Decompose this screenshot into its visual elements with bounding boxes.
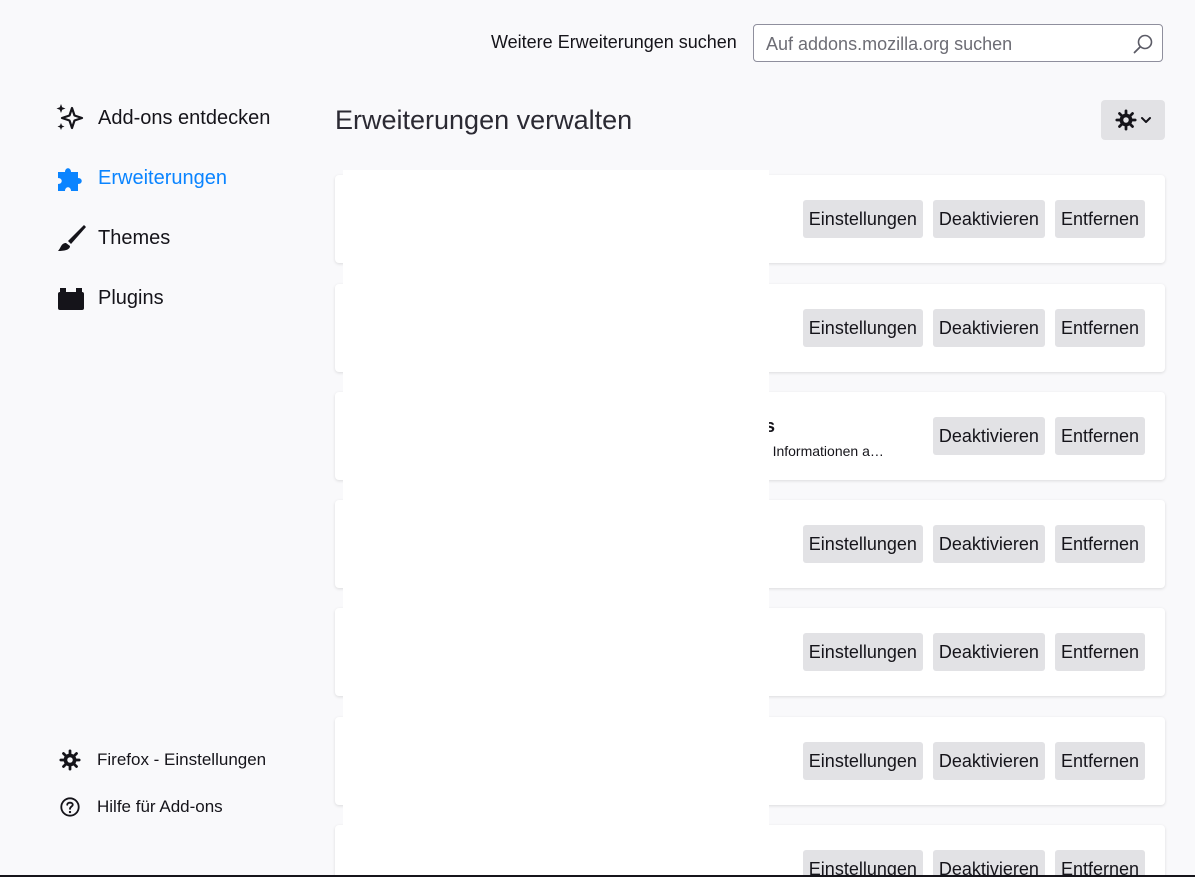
disable-button[interactable]: Deaktivieren xyxy=(932,417,1045,455)
sparkles-icon xyxy=(55,102,87,134)
search-input[interactable] xyxy=(764,25,1128,63)
extension-actions: Deaktivieren Entfernen xyxy=(932,417,1145,455)
redacted-region xyxy=(343,170,769,877)
extension-description: ine Informationen a… xyxy=(750,443,884,459)
addons-help-link[interactable]: Hilfe für Add-ons xyxy=(58,794,223,820)
remove-button[interactable]: Entfernen xyxy=(1054,742,1145,780)
sidebar-item-label: Add-ons entdecken xyxy=(98,106,271,129)
puzzle-piece-icon xyxy=(55,162,87,194)
search-icon[interactable] xyxy=(1132,33,1154,55)
extension-actions: Einstellungen Deaktivieren Entfernen xyxy=(802,633,1145,671)
settings-button[interactable]: Einstellungen xyxy=(802,742,923,780)
settings-button[interactable]: Einstellungen xyxy=(802,525,923,563)
extension-actions: Einstellungen Deaktivieren Entfernen xyxy=(802,742,1145,780)
tools-menu-button[interactable] xyxy=(1101,100,1165,140)
disable-button[interactable]: Deaktivieren xyxy=(932,309,1045,347)
settings-button[interactable]: Einstellungen xyxy=(802,633,923,671)
disable-button[interactable]: Deaktivieren xyxy=(932,525,1045,563)
search-field[interactable] xyxy=(753,24,1163,63)
extension-actions: Einstellungen Deaktivieren Entfernen xyxy=(802,309,1145,347)
gear-icon xyxy=(58,748,82,772)
sidebar-item-themes[interactable]: Themes xyxy=(55,221,170,255)
sidebar-item-extensions[interactable]: Erweiterungen xyxy=(55,161,227,195)
page-title: Erweiterungen verwalten xyxy=(335,105,633,135)
search-label: Weitere Erweiterungen suchen xyxy=(491,32,737,52)
sidebar-item-label: Erweiterungen xyxy=(98,166,227,189)
firefox-settings-link[interactable]: Firefox - Einstellungen xyxy=(58,747,266,773)
paintbrush-icon xyxy=(55,222,87,254)
settings-button[interactable]: Einstellungen xyxy=(802,850,923,877)
remove-button[interactable]: Entfernen xyxy=(1054,850,1145,877)
sidebar-item-label: Plugins xyxy=(98,286,164,309)
plugin-block-icon xyxy=(55,282,87,314)
remove-button[interactable]: Entfernen xyxy=(1054,525,1145,563)
remove-button[interactable]: Entfernen xyxy=(1054,417,1145,455)
settings-button[interactable]: Einstellungen xyxy=(802,200,923,238)
footer-item-label: Firefox - Einstellungen xyxy=(97,750,267,769)
disable-button[interactable]: Deaktivieren xyxy=(932,633,1045,671)
remove-button[interactable]: Entfernen xyxy=(1054,633,1145,671)
extension-actions: Einstellungen Deaktivieren Entfernen xyxy=(802,850,1145,877)
footer-item-label: Hilfe für Add-ons xyxy=(97,797,223,816)
extension-actions: Einstellungen Deaktivieren Entfernen xyxy=(802,525,1145,563)
gear-icon xyxy=(1114,109,1137,131)
remove-button[interactable]: Entfernen xyxy=(1054,309,1145,347)
addons-manager: Weitere Erweiterungen suchen Add-ons ent… xyxy=(0,0,1195,877)
sidebar-item-label: Themes xyxy=(98,226,171,249)
chevron-down-icon xyxy=(1140,117,1151,123)
sidebar-item-plugins[interactable]: Plugins xyxy=(55,281,164,315)
remove-button[interactable]: Entfernen xyxy=(1054,200,1145,238)
disable-button[interactable]: Deaktivieren xyxy=(932,742,1045,780)
disable-button[interactable]: Deaktivieren xyxy=(932,200,1045,238)
extension-actions: Einstellungen Deaktivieren Entfernen xyxy=(802,200,1145,238)
disable-button[interactable]: Deaktivieren xyxy=(932,850,1045,877)
settings-button[interactable]: Einstellungen xyxy=(802,309,923,347)
sidebar-item-discover[interactable]: Add-ons entdecken xyxy=(55,101,270,135)
help-circle-icon xyxy=(58,795,82,819)
